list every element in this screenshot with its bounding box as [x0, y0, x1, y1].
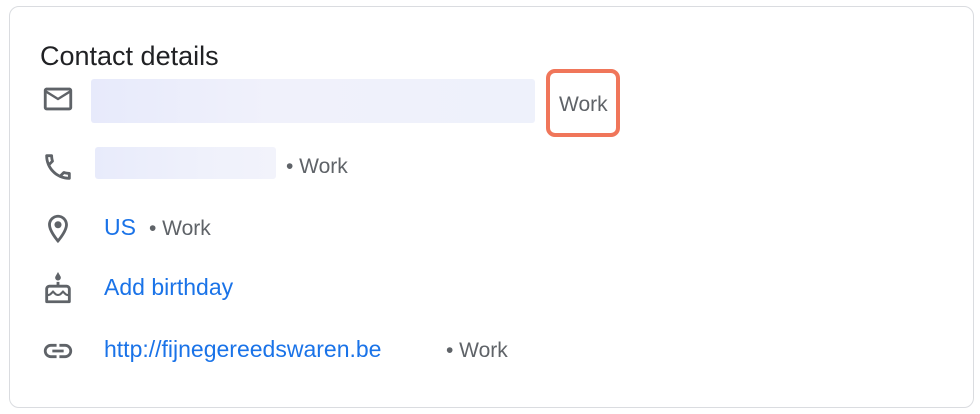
card-title: Contact details [40, 41, 219, 71]
website-type-label: • Work [446, 339, 508, 362]
add-birthday-link[interactable]: Add birthday [104, 273, 233, 301]
contact-details-card: Contact details Work • Work US • Work Ad… [9, 6, 974, 408]
website-row: http://fijnegereedswaren.be • Work [10, 331, 973, 371]
phone-value-redacted[interactable] [95, 147, 276, 179]
birthday-row: Add birthday [10, 269, 973, 309]
phone-row: • Work [10, 147, 973, 187]
mail-icon [38, 85, 78, 113]
cake-icon [38, 272, 78, 304]
email-type-label: Work [559, 93, 608, 116]
phone-icon [38, 153, 78, 181]
phone-type-label: • Work [286, 155, 348, 178]
address-link[interactable]: US [104, 213, 136, 241]
email-value-redacted[interactable] [91, 79, 535, 123]
website-link[interactable]: http://fijnegereedswaren.be [104, 335, 381, 363]
address-type-label: • Work [149, 217, 211, 240]
address-row: US • Work [10, 209, 973, 249]
email-row [10, 79, 973, 123]
link-icon [38, 337, 78, 365]
location-pin-icon [38, 214, 78, 244]
